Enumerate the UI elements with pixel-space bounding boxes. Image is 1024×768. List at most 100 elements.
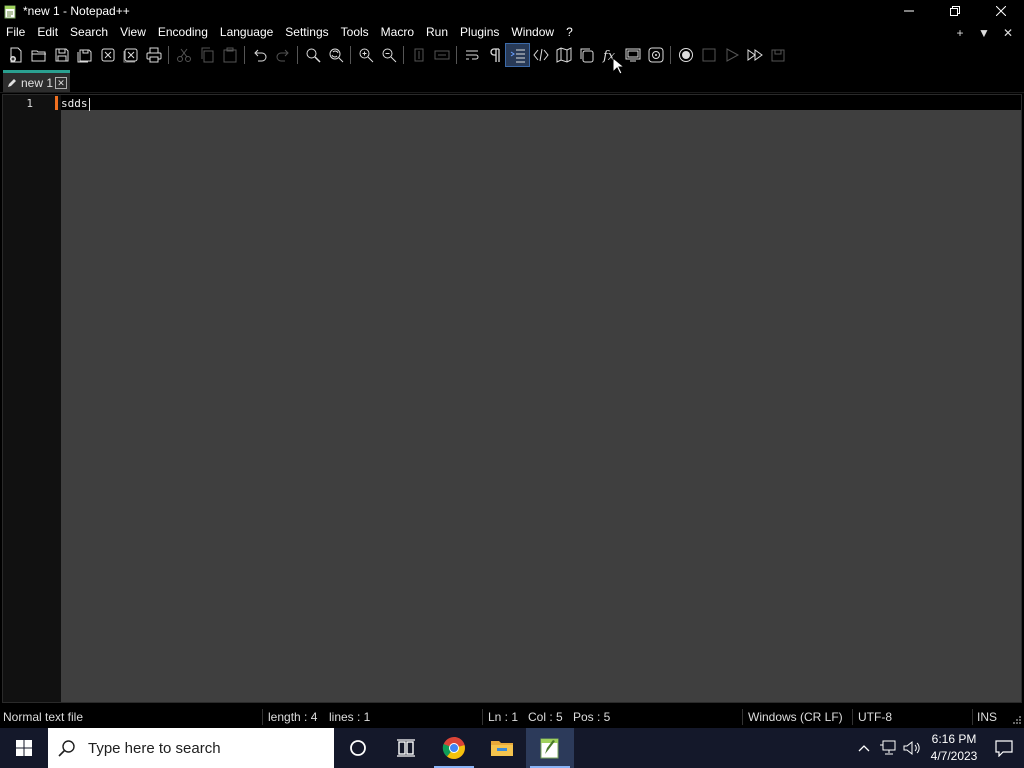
tab-label: new 1 (21, 75, 54, 90)
network-icon (880, 740, 896, 755)
taskbar-search-box[interactable]: Type here to search (48, 728, 334, 768)
word-wrap-icon (465, 50, 478, 60)
zoom-out-button[interactable] (377, 44, 400, 66)
new-tab-plus-button[interactable]: + (948, 26, 972, 40)
menu-file[interactable]: File (0, 22, 31, 43)
menu-edit[interactable]: Edit (31, 22, 64, 43)
redo-button[interactable] (271, 44, 294, 66)
cut-button[interactable] (172, 44, 195, 66)
close-document-button[interactable]: ✕ (996, 26, 1020, 40)
play-macro-icon (726, 48, 739, 62)
open-file-button[interactable] (27, 44, 50, 66)
zoom-in-button[interactable] (354, 44, 377, 66)
new-file-button[interactable] (4, 44, 27, 66)
notepadpp-taskbar-button[interactable] (526, 728, 574, 768)
menu-window[interactable]: Window (505, 22, 560, 43)
tab-new-1[interactable]: new 1 ✕ (3, 70, 70, 92)
document-map-button[interactable] (552, 44, 575, 66)
menu-plugins[interactable]: Plugins (454, 22, 505, 43)
document-map-icon (556, 47, 571, 63)
menu-search[interactable]: Search (64, 22, 114, 43)
status-eol-format[interactable]: Windows (CR LF) (748, 710, 843, 724)
clock-time: 6:16 PM (931, 732, 977, 746)
menu-help[interactable]: ? (560, 22, 579, 43)
cortana-button[interactable] (334, 728, 382, 768)
run-macro-multiple-button[interactable] (743, 44, 766, 66)
close-window-button[interactable] (978, 0, 1024, 22)
print-button[interactable] (142, 44, 165, 66)
menu-encoding[interactable]: Encoding (152, 22, 214, 43)
status-separator (972, 709, 973, 725)
system-tray: 6:16 PM 4/7/2023 (852, 728, 1024, 768)
tab-close-button[interactable]: ✕ (55, 77, 67, 89)
folder-as-workspace-button[interactable] (621, 44, 644, 66)
status-encoding[interactable]: UTF-8 (858, 710, 892, 724)
start-button[interactable] (0, 728, 48, 768)
status-lines: lines : 1 (329, 710, 371, 724)
taskbar-clock[interactable]: 6:16 PM 4/7/2023 (924, 731, 984, 765)
search-placeholder: Type here to search (88, 739, 221, 757)
document-list-button[interactable] (575, 44, 598, 66)
show-hidden-icons-button[interactable] (852, 728, 876, 768)
sync-horizontal-scroll-button[interactable] (430, 44, 453, 66)
menu-macro[interactable]: Macro (375, 22, 420, 43)
restore-icon (950, 6, 960, 16)
replace-button[interactable] (324, 44, 347, 66)
show-all-characters-icon (489, 48, 500, 62)
record-macro-button[interactable] (674, 44, 697, 66)
toolbar-separator (244, 46, 245, 64)
chrome-icon (442, 737, 465, 759)
editor-line[interactable]: sdds (61, 96, 90, 111)
save-all-button[interactable] (73, 44, 96, 66)
monitoring-button[interactable] (644, 44, 667, 66)
word-wrap-button[interactable] (460, 44, 483, 66)
find-button[interactable] (301, 44, 324, 66)
user-defined-language-icon (532, 48, 549, 62)
cortana-icon (350, 740, 366, 756)
document-list-icon (580, 48, 593, 63)
show-all-characters-button[interactable] (483, 44, 506, 66)
save-button[interactable] (50, 44, 73, 66)
close-file-button[interactable] (96, 44, 119, 66)
speaker-icon (903, 740, 920, 756)
minimize-icon (904, 10, 914, 12)
windows-logo-icon (16, 740, 32, 756)
minimize-button[interactable] (886, 0, 932, 22)
task-view-button[interactable] (382, 728, 430, 768)
menu-tools[interactable]: Tools (335, 22, 375, 43)
volume-button[interactable] (900, 728, 924, 768)
stop-recording-button[interactable] (697, 44, 720, 66)
notepadpp-app-icon (3, 4, 17, 19)
menu-view[interactable]: View (114, 22, 152, 43)
redo-icon (276, 49, 289, 62)
chrome-taskbar-button[interactable] (430, 728, 478, 768)
network-button[interactable] (876, 728, 900, 768)
chevron-up-icon (858, 745, 870, 752)
status-separator (852, 709, 853, 725)
folder-as-workspace-icon (625, 48, 640, 62)
user-defined-language-button[interactable] (529, 44, 552, 66)
current-line-highlight (61, 95, 1021, 110)
menu-settings[interactable]: Settings (279, 22, 334, 43)
save-macro-button[interactable] (766, 44, 789, 66)
file-explorer-taskbar-button[interactable] (478, 728, 526, 768)
paste-button[interactable] (218, 44, 241, 66)
undo-button[interactable] (248, 44, 271, 66)
restore-button[interactable] (932, 0, 978, 22)
sync-vertical-icon (414, 48, 423, 62)
indent-guide-button[interactable] (505, 43, 530, 67)
copy-button[interactable] (195, 44, 218, 66)
notepadpp-window: *new 1 - Notepad++ File Edit Search View… (0, 0, 1024, 768)
tab-list-dropdown-button[interactable]: ▼ (972, 26, 996, 40)
menu-run[interactable]: Run (420, 22, 454, 43)
play-macro-button[interactable] (720, 44, 743, 66)
menu-language[interactable]: Language (214, 22, 279, 43)
sync-vertical-scroll-button[interactable] (407, 44, 430, 66)
action-center-button[interactable] (984, 728, 1024, 768)
status-insert-mode[interactable]: INS (977, 710, 997, 724)
line-number: 1 (26, 97, 33, 110)
editor-area[interactable]: 1 sdds (2, 94, 1022, 703)
close-all-button[interactable] (119, 44, 142, 66)
sync-horizontal-icon (434, 50, 449, 60)
resize-grip-icon[interactable] (1012, 715, 1022, 725)
